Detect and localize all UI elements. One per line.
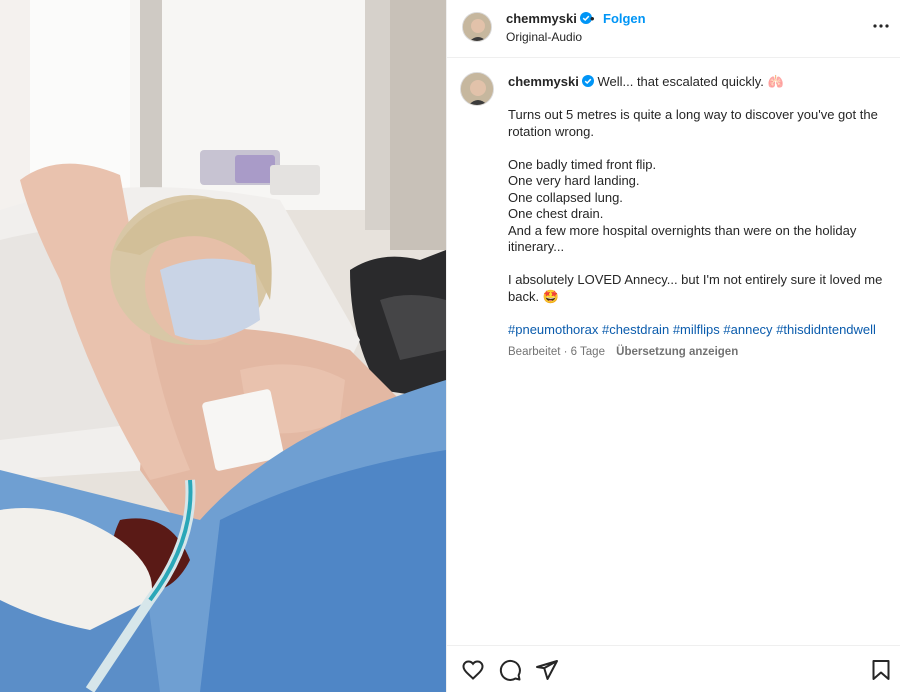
hashtag-link[interactable]: #milflips (673, 322, 720, 337)
author-avatar[interactable] (462, 12, 492, 42)
comment-icon[interactable] (498, 658, 522, 682)
paper-plane-icon[interactable] (535, 658, 559, 682)
action-bar (447, 645, 900, 692)
hashtag-list: #pneumothorax #chestdrain #milflips #ann… (508, 322, 883, 339)
caption-line: One collapsed lung. (508, 189, 623, 205)
post-header: chemmyski • Folgen Original-Audio (447, 0, 900, 58)
hashtag-link[interactable]: #chestdrain (602, 322, 669, 337)
post-photo (0, 0, 446, 692)
post-caption: chemmyski Well... that escalated quickly… (508, 74, 883, 338)
caption-text-intro: Well... that escalated quickly. 🫁 (597, 74, 784, 89)
header-separator: • (590, 11, 595, 26)
hashtag-link[interactable]: #pneumothorax (508, 322, 598, 337)
caption-line: One chest drain. (508, 206, 604, 221)
edited-timestamp: Bearbeitet · 6 Tage (508, 346, 605, 358)
hashtag-link[interactable]: #thisdidntendwell (776, 322, 876, 337)
heart-icon[interactable] (461, 658, 485, 682)
verified-badge-icon (581, 75, 594, 87)
author-username[interactable]: chemmyski (506, 11, 592, 26)
caption-line: And a few more hospital overnights than … (508, 222, 857, 255)
caption-paragraph-1: Turns out 5 metres is quite a long way t… (508, 107, 878, 139)
post-meta: Bearbeitet · 6 Tage Übersetzung anzeigen (508, 346, 738, 358)
avatar-image (463, 13, 491, 41)
more-horizontal-icon[interactable] (869, 14, 893, 38)
caption-first-line: chemmyski Well... that escalated quickly… (508, 74, 883, 91)
caption-avatar[interactable] (460, 72, 494, 106)
audio-label[interactable]: Original-Audio (506, 30, 582, 44)
caption-line: One very hard landing. (508, 173, 640, 188)
follow-button[interactable]: Folgen (603, 11, 646, 26)
caption-line: One badly timed front flip. (508, 156, 657, 172)
hashtag-link[interactable]: #annecy (723, 322, 772, 337)
author-username-text[interactable]: chemmyski (506, 11, 577, 26)
avatar-image (461, 73, 493, 105)
translate-button[interactable]: Übersetzung anzeigen (616, 346, 738, 358)
caption-paragraph-3: I absolutely LOVED Annecy... but I'm not… (508, 272, 883, 304)
caption-username[interactable]: chemmyski (508, 74, 579, 89)
post-media[interactable] (0, 0, 446, 692)
bookmark-icon[interactable] (869, 658, 893, 682)
post-panel: chemmyski • Folgen Original-Audio chemmy… (446, 0, 900, 692)
